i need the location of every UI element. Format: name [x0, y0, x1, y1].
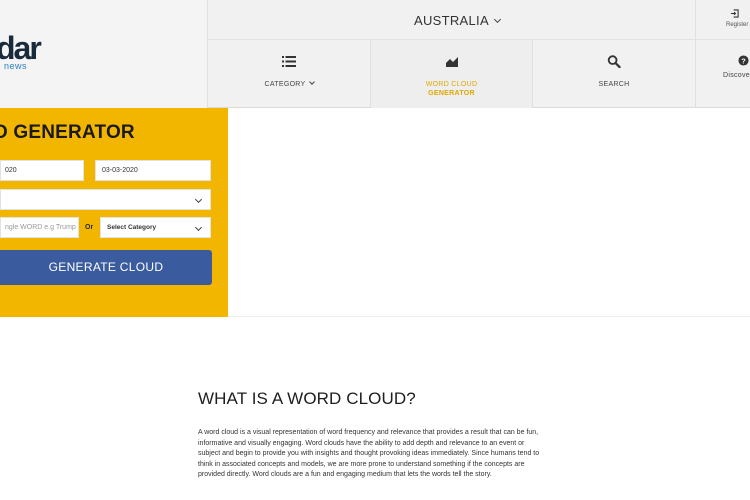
section-body: A word cloud is a visual representation …	[198, 429, 540, 478]
top-bar: AUSTRALIA	[208, 0, 750, 40]
nav-search[interactable]: SEARCH	[533, 40, 695, 108]
nav-search-label: SEARCH	[598, 81, 630, 88]
logo-area[interactable]: dar news	[0, 0, 208, 108]
search-icon	[607, 55, 621, 68]
nav-category[interactable]: CATEGORY	[208, 40, 370, 108]
nav-discover[interactable]: ? Discover	[695, 40, 750, 108]
site-header: dar news AUSTRALIA Register CATEGORY WOR…	[0, 0, 750, 108]
nav-category-label: CATEGORY	[208, 79, 370, 89]
svg-text:?: ?	[741, 56, 746, 65]
country-label: AUSTRALIA	[414, 13, 489, 28]
register-button[interactable]: Register	[695, 0, 750, 40]
word-cloud-canvas	[228, 108, 750, 317]
logo-subtext: news	[4, 61, 28, 71]
chart-icon	[445, 57, 458, 67]
register-label: Register	[726, 22, 749, 28]
nav-discover-label: Discover	[723, 72, 750, 79]
or-label: Or	[85, 224, 94, 231]
login-icon	[730, 9, 739, 18]
generator-title: D GENERATOR	[0, 122, 135, 143]
category-select-label: Select Category	[107, 224, 157, 231]
date-from-input[interactable]: 020	[0, 160, 84, 181]
source-select[interactable]	[0, 189, 211, 210]
nav-word-cloud-generator[interactable]: WORD CLOUD GENERATOR	[370, 40, 533, 108]
category-select[interactable]: Select Category	[100, 217, 211, 238]
chevron-down-icon	[493, 15, 501, 24]
generate-cloud-button[interactable]: GENERATE CLOUD	[0, 250, 212, 285]
nav-word-cloud-label: WORD CLOUD GENERATOR	[425, 81, 478, 97]
word-cloud-generator-panel: D GENERATOR 020 03-03-2020 ngle WORD e.g…	[0, 108, 228, 317]
list-icon	[282, 56, 296, 67]
logo: dar	[0, 30, 42, 66]
chevron-down-icon	[194, 195, 203, 204]
word-input[interactable]: ngle WORD e.g Trump	[0, 217, 79, 238]
chevron-down-icon	[194, 223, 203, 232]
date-to-input[interactable]: 03-03-2020	[95, 160, 211, 181]
section-title: WHAT IS A WORD CLOUD?	[198, 389, 416, 408]
help-circle-icon: ?	[738, 55, 749, 66]
country-selector[interactable]: AUSTRALIA	[414, 13, 501, 28]
chevron-down-icon	[308, 79, 315, 85]
